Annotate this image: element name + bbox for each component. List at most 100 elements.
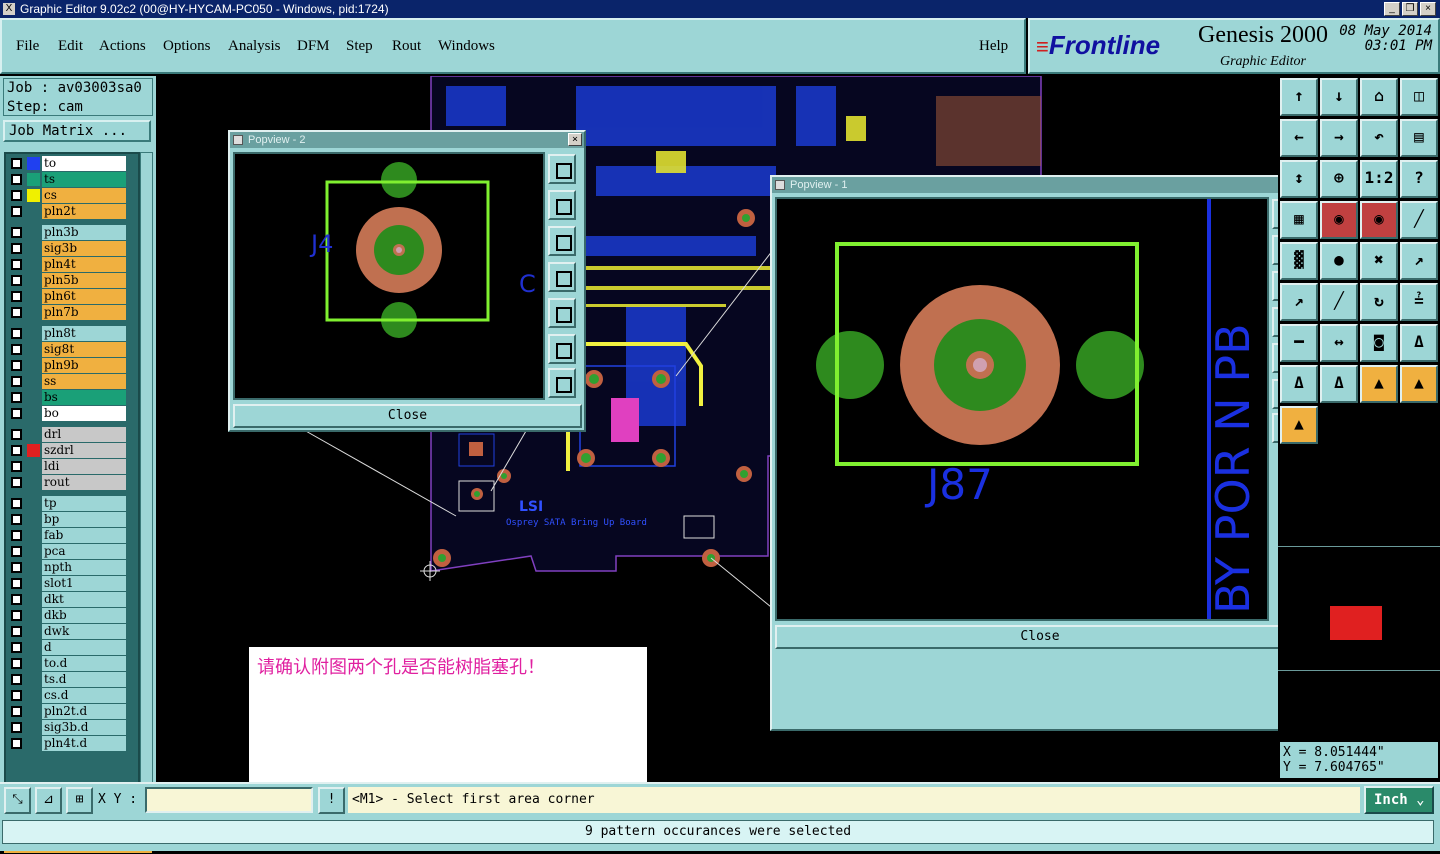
grid-icon[interactable]: ⊞ bbox=[66, 787, 93, 814]
filter-icon[interactable]: ≟ bbox=[1400, 283, 1438, 321]
layer-row[interactable]: sig8t bbox=[8, 342, 126, 357]
layer-checkbox[interactable] bbox=[11, 642, 22, 653]
popview-2-zoom-out-icon[interactable] bbox=[548, 368, 576, 398]
popview-2-close-button[interactable]: Close bbox=[233, 404, 582, 428]
layer-checkbox[interactable] bbox=[11, 578, 22, 589]
stretch-icon[interactable]: ↔ bbox=[1320, 324, 1358, 362]
layer-checkbox[interactable] bbox=[11, 259, 22, 270]
layer-checkbox[interactable] bbox=[11, 530, 22, 541]
layer-row[interactable]: pln9b bbox=[8, 358, 126, 373]
grid-icon[interactable]: ▦ bbox=[1280, 201, 1318, 239]
layer-checkbox[interactable] bbox=[11, 158, 22, 169]
layer-checkbox[interactable] bbox=[11, 344, 22, 355]
layer-row[interactable]: dwk bbox=[8, 624, 126, 639]
snap-icon[interactable]: ▤ bbox=[1400, 119, 1438, 157]
ruler-icon[interactable]: ▓ bbox=[1280, 242, 1318, 280]
unit-selector[interactable]: Inch ⌄ bbox=[1364, 786, 1434, 814]
home-icon[interactable]: ⌂ bbox=[1360, 78, 1398, 116]
layer-row[interactable]: szdrl bbox=[8, 443, 126, 458]
popview-2-pan-up-icon[interactable] bbox=[548, 190, 576, 220]
menu-file[interactable]: File bbox=[16, 38, 39, 55]
alert-icon[interactable]: ! bbox=[318, 787, 345, 814]
popview-1-title-bar[interactable]: Popview - 1 bbox=[772, 177, 1278, 193]
layer-checkbox[interactable] bbox=[11, 610, 22, 621]
pad-icon[interactable]: ● bbox=[1320, 242, 1358, 280]
layer-checkbox[interactable] bbox=[11, 461, 22, 472]
menu-step[interactable]: Step bbox=[346, 38, 373, 55]
pointer2-icon[interactable]: ▲ bbox=[1400, 365, 1438, 403]
layer-checkbox[interactable] bbox=[11, 275, 22, 286]
layer-row[interactable]: bs bbox=[8, 390, 126, 405]
undo-view-icon[interactable]: ↑ bbox=[1280, 78, 1318, 116]
layer-row[interactable]: pln3b bbox=[8, 225, 126, 240]
pan-right-icon[interactable]: → bbox=[1320, 119, 1358, 157]
layer-checkbox[interactable] bbox=[11, 206, 22, 217]
zoom-area-icon[interactable]: ⤡ bbox=[4, 787, 31, 814]
layer-row[interactable]: slot1 bbox=[8, 576, 126, 591]
minimize-button[interactable]: _ bbox=[1384, 2, 1400, 16]
popview-2-zoom-in-icon[interactable] bbox=[548, 154, 576, 184]
layer-checkbox[interactable] bbox=[11, 658, 22, 669]
pointer-icon[interactable]: ▲ bbox=[1360, 365, 1398, 403]
menu-help[interactable]: Help bbox=[979, 38, 1008, 55]
layer-checkbox[interactable] bbox=[11, 514, 22, 525]
menu-windows[interactable]: Windows bbox=[438, 38, 495, 55]
layer-checkbox[interactable] bbox=[11, 626, 22, 637]
measure-icon[interactable]: ⊿ bbox=[35, 787, 62, 814]
layer-row[interactable]: rout bbox=[8, 475, 126, 490]
center-icon[interactable]: ⊕ bbox=[1320, 160, 1358, 198]
menu-rout[interactable]: Rout bbox=[392, 38, 421, 55]
menu-dfm[interactable]: DFM bbox=[297, 38, 330, 55]
popview-2-fit-icon[interactable] bbox=[548, 334, 576, 364]
layer-checkbox[interactable] bbox=[11, 190, 22, 201]
popview-1-close-button[interactable]: Close bbox=[775, 625, 1278, 649]
arc-icon[interactable]: ↻ bbox=[1360, 283, 1398, 321]
layer-checkbox[interactable] bbox=[11, 328, 22, 339]
close-window-button[interactable]: × bbox=[1420, 2, 1436, 16]
layer-checkbox[interactable] bbox=[11, 227, 22, 238]
layer-checkbox[interactable] bbox=[11, 498, 22, 509]
help-icon[interactable]: ? bbox=[1400, 160, 1438, 198]
select-a-icon[interactable]: Δ bbox=[1400, 324, 1438, 362]
menu-analysis[interactable]: Analysis bbox=[228, 38, 281, 55]
layout-icon[interactable]: ◫ bbox=[1400, 78, 1438, 116]
back-icon[interactable]: ↶ bbox=[1360, 119, 1398, 157]
draw-icon[interactable]: ╱ bbox=[1320, 283, 1358, 321]
job-matrix-button[interactable]: Job Matrix ... bbox=[3, 120, 151, 142]
layer-checkbox[interactable] bbox=[11, 429, 22, 440]
graphic-canvas[interactable]: LSI Osprey SATA Bring Up Board Popview -… bbox=[156, 76, 1278, 782]
layer-row[interactable]: pln5b bbox=[8, 273, 126, 288]
layer-checkbox[interactable] bbox=[11, 291, 22, 302]
layer-row[interactable]: ss bbox=[8, 374, 126, 389]
mirror-icon[interactable]: ◙ bbox=[1360, 324, 1398, 362]
layer-row[interactable]: sig3b.d bbox=[8, 720, 126, 735]
layer-checkbox[interactable] bbox=[11, 307, 22, 318]
select-c-icon[interactable]: Δ bbox=[1320, 365, 1358, 403]
popview-2-pan-down-icon[interactable] bbox=[548, 226, 576, 256]
popview-2-title-bar[interactable]: Popview - 2 bbox=[230, 132, 584, 148]
layer-checkbox[interactable] bbox=[11, 174, 22, 185]
net2-icon[interactable]: ◉ bbox=[1360, 201, 1398, 239]
layer-checkbox[interactable] bbox=[11, 392, 22, 403]
layer-row[interactable]: cs.d bbox=[8, 688, 126, 703]
layer-row[interactable]: ts.d bbox=[8, 672, 126, 687]
layer-checkbox[interactable] bbox=[11, 546, 22, 557]
layer-row[interactable]: fab bbox=[8, 528, 126, 543]
layer-row[interactable]: pln6t bbox=[8, 289, 126, 304]
menu-actions[interactable]: Actions bbox=[99, 38, 146, 55]
cut-icon[interactable]: ━ bbox=[1280, 324, 1318, 362]
layer-checkbox[interactable] bbox=[11, 738, 22, 749]
layer-row[interactable]: d bbox=[8, 640, 126, 655]
route2-icon[interactable]: ↗ bbox=[1280, 283, 1318, 321]
layer-row[interactable]: pca bbox=[8, 544, 126, 559]
layer-row[interactable]: pln2t bbox=[8, 204, 126, 219]
popview-2-pan-left-icon[interactable] bbox=[548, 262, 576, 292]
popview-2-close-x-button[interactable]: × bbox=[568, 133, 582, 146]
layer-row[interactable]: drl bbox=[8, 427, 126, 442]
move-icon[interactable]: ↕ bbox=[1280, 160, 1318, 198]
layer-row[interactable]: bo bbox=[8, 406, 126, 421]
layer-row[interactable]: sig3b bbox=[8, 241, 126, 256]
layer-checkbox[interactable] bbox=[11, 562, 22, 573]
pan-left-icon[interactable]: ← bbox=[1280, 119, 1318, 157]
layer-row[interactable]: to.d bbox=[8, 656, 126, 671]
